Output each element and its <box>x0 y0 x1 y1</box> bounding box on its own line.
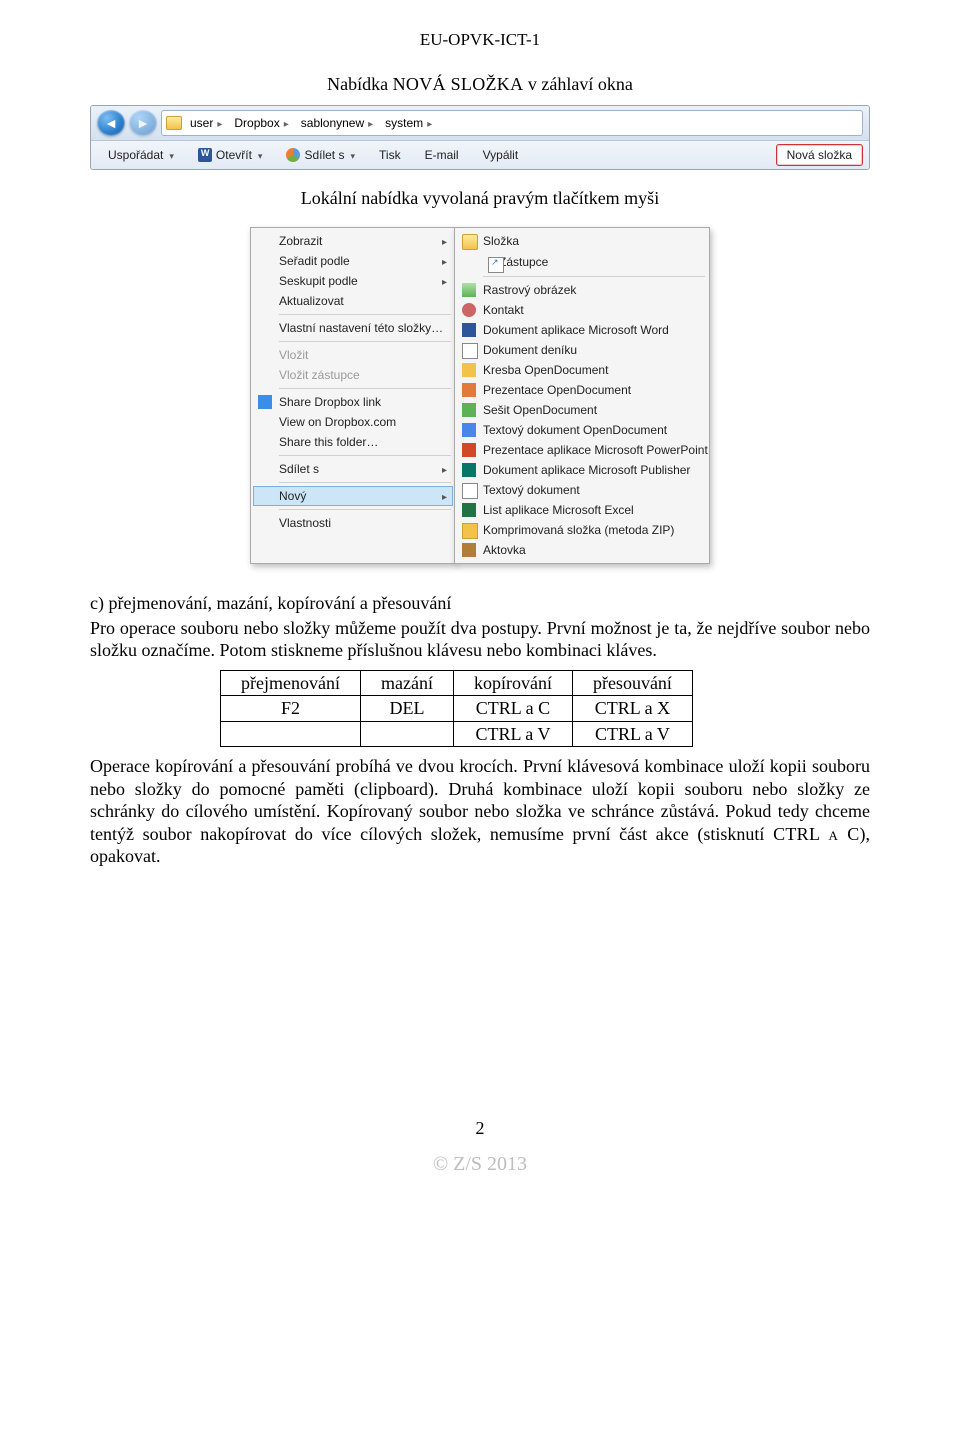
shortcut-table: přejmenování mazání kopírování přesouván… <box>220 670 693 748</box>
briefcase-icon <box>462 543 476 557</box>
sub-contact[interactable]: Kontakt <box>457 300 707 320</box>
section-title-1: Nabídka NOVÁ SLOŽKA v záhlaví okna <box>90 74 870 95</box>
journal-icon <box>462 343 478 359</box>
text-icon <box>462 483 478 499</box>
menu-share-with[interactable]: Sdílet s <box>253 459 453 479</box>
paragraph-2: Operace kopírování a přesouvání probíhá … <box>90 755 870 868</box>
th-rename: přejmenování <box>221 670 361 696</box>
new-submenu: Složka Zástupce Rastrový obrázek Kontakt… <box>454 227 710 564</box>
sub-ods[interactable]: Sešit OpenDocument <box>457 400 707 420</box>
menu-customize[interactable]: Vlastní nastavení této složky… <box>253 318 453 338</box>
sub-zip[interactable]: Komprimovaná složka (metoda ZIP) <box>457 520 707 540</box>
sub-odt[interactable]: Textový dokument OpenDocument <box>457 420 707 440</box>
sub-xls[interactable]: List aplikace Microsoft Excel <box>457 500 707 520</box>
address-bar[interactable]: user Dropbox sablonynew system <box>161 110 863 136</box>
sub-pub[interactable]: Dokument aplikace Microsoft Publisher <box>457 460 707 480</box>
context-menu: Zobrazit Seřadit podle Seskupit podle Ak… <box>250 227 456 564</box>
menu-new[interactable]: Nový <box>253 486 453 506</box>
paragraph-1: Pro operace souboru nebo složky můžeme p… <box>90 617 870 662</box>
table-header-row: přejmenování mazání kopírování přesouván… <box>221 670 693 696</box>
th-copy: kopírování <box>453 670 572 696</box>
section-title-2: Lokální nabídka vyvolaná pravým tlačítke… <box>90 188 870 209</box>
print-button[interactable]: Tisk <box>368 144 412 166</box>
page-number: 2 <box>90 1118 870 1139</box>
forward-button[interactable]: ► <box>129 110 157 136</box>
word-icon <box>462 323 476 337</box>
menu-view[interactable]: Zobrazit <box>253 231 453 251</box>
textdoc-icon <box>462 423 476 437</box>
sub-odp[interactable]: Prezentace OpenDocument <box>457 380 707 400</box>
explorer-screenshot: ◄ ► user Dropbox sablonynew system Uspoř… <box>90 105 870 170</box>
sub-odg[interactable]: Kresba OpenDocument <box>457 360 707 380</box>
zip-icon <box>462 523 478 539</box>
crumb-sablonynew: sablonynew <box>297 116 377 130</box>
drawing-icon <box>462 363 476 377</box>
menu-dropbox-share[interactable]: Share Dropbox link <box>253 392 453 412</box>
folder-icon <box>462 234 478 250</box>
back-button[interactable]: ◄ <box>97 110 125 136</box>
th-delete: mazání <box>360 670 453 696</box>
crumb-system: system <box>381 116 436 130</box>
new-folder-button[interactable]: Nová složka <box>776 144 863 166</box>
bitmap-icon <box>462 283 476 297</box>
dropbox-icon <box>258 395 272 409</box>
crumb-dropbox: Dropbox <box>230 116 292 130</box>
sub-txt[interactable]: Textový dokument <box>457 480 707 500</box>
publisher-icon <box>462 463 476 477</box>
menu-paste-shortcut: Vložit zástupce <box>253 365 453 385</box>
table-row: CTRL a V CTRL a V <box>221 721 693 747</box>
menu-refresh[interactable]: Aktualizovat <box>253 291 453 311</box>
sub-folder[interactable]: Složka <box>457 231 707 251</box>
word-icon <box>198 148 212 162</box>
sub-bitmap[interactable]: Rastrový obrázek <box>457 280 707 300</box>
context-menu-screenshot: Zobrazit Seřadit podle Seskupit podle Ak… <box>90 227 870 564</box>
sub-ppt[interactable]: Prezentace aplikace Microsoft PowerPoint <box>457 440 707 460</box>
sub-word[interactable]: Dokument aplikace Microsoft Word <box>457 320 707 340</box>
doc-header: EU-OPVK-ICT-1 <box>90 30 870 50</box>
presentation-icon <box>462 383 476 397</box>
share-button[interactable]: Sdílet s <box>275 144 366 166</box>
organize-button[interactable]: Uspořádat <box>97 144 185 166</box>
table-row: F2 DEL CTRL a C CTRL a X <box>221 696 693 722</box>
footer: © Z/S 2013 <box>90 1153 870 1176</box>
menu-sort[interactable]: Seřadit podle <box>253 251 453 271</box>
sub-journal[interactable]: Dokument deníku <box>457 340 707 360</box>
th-move: přesouvání <box>572 670 692 696</box>
folder-icon <box>166 116 182 130</box>
item-c: c) přejmenování, mazání, kopírování a př… <box>90 592 870 615</box>
menu-paste: Vložit <box>253 345 453 365</box>
sub-briefcase[interactable]: Aktovka <box>457 540 707 560</box>
email-button[interactable]: E-mail <box>414 144 470 166</box>
menu-group[interactable]: Seskupit podle <box>253 271 453 291</box>
crumb-user: user <box>186 116 226 130</box>
menu-dropbox-folder[interactable]: Share this folder… <box>253 432 453 452</box>
sub-shortcut[interactable]: Zástupce <box>457 251 707 273</box>
shortcut-icon <box>488 257 504 273</box>
spreadsheet-icon <box>462 403 476 417</box>
menu-properties[interactable]: Vlastnosti <box>253 513 453 533</box>
burn-button[interactable]: Vypálit <box>472 144 530 166</box>
powerpoint-icon <box>462 443 476 457</box>
open-button[interactable]: Otevřít <box>187 144 274 166</box>
contact-icon <box>462 303 476 317</box>
share-icon <box>286 148 300 162</box>
excel-icon <box>462 503 476 517</box>
menu-dropbox-view[interactable]: View on Dropbox.com <box>253 412 453 432</box>
